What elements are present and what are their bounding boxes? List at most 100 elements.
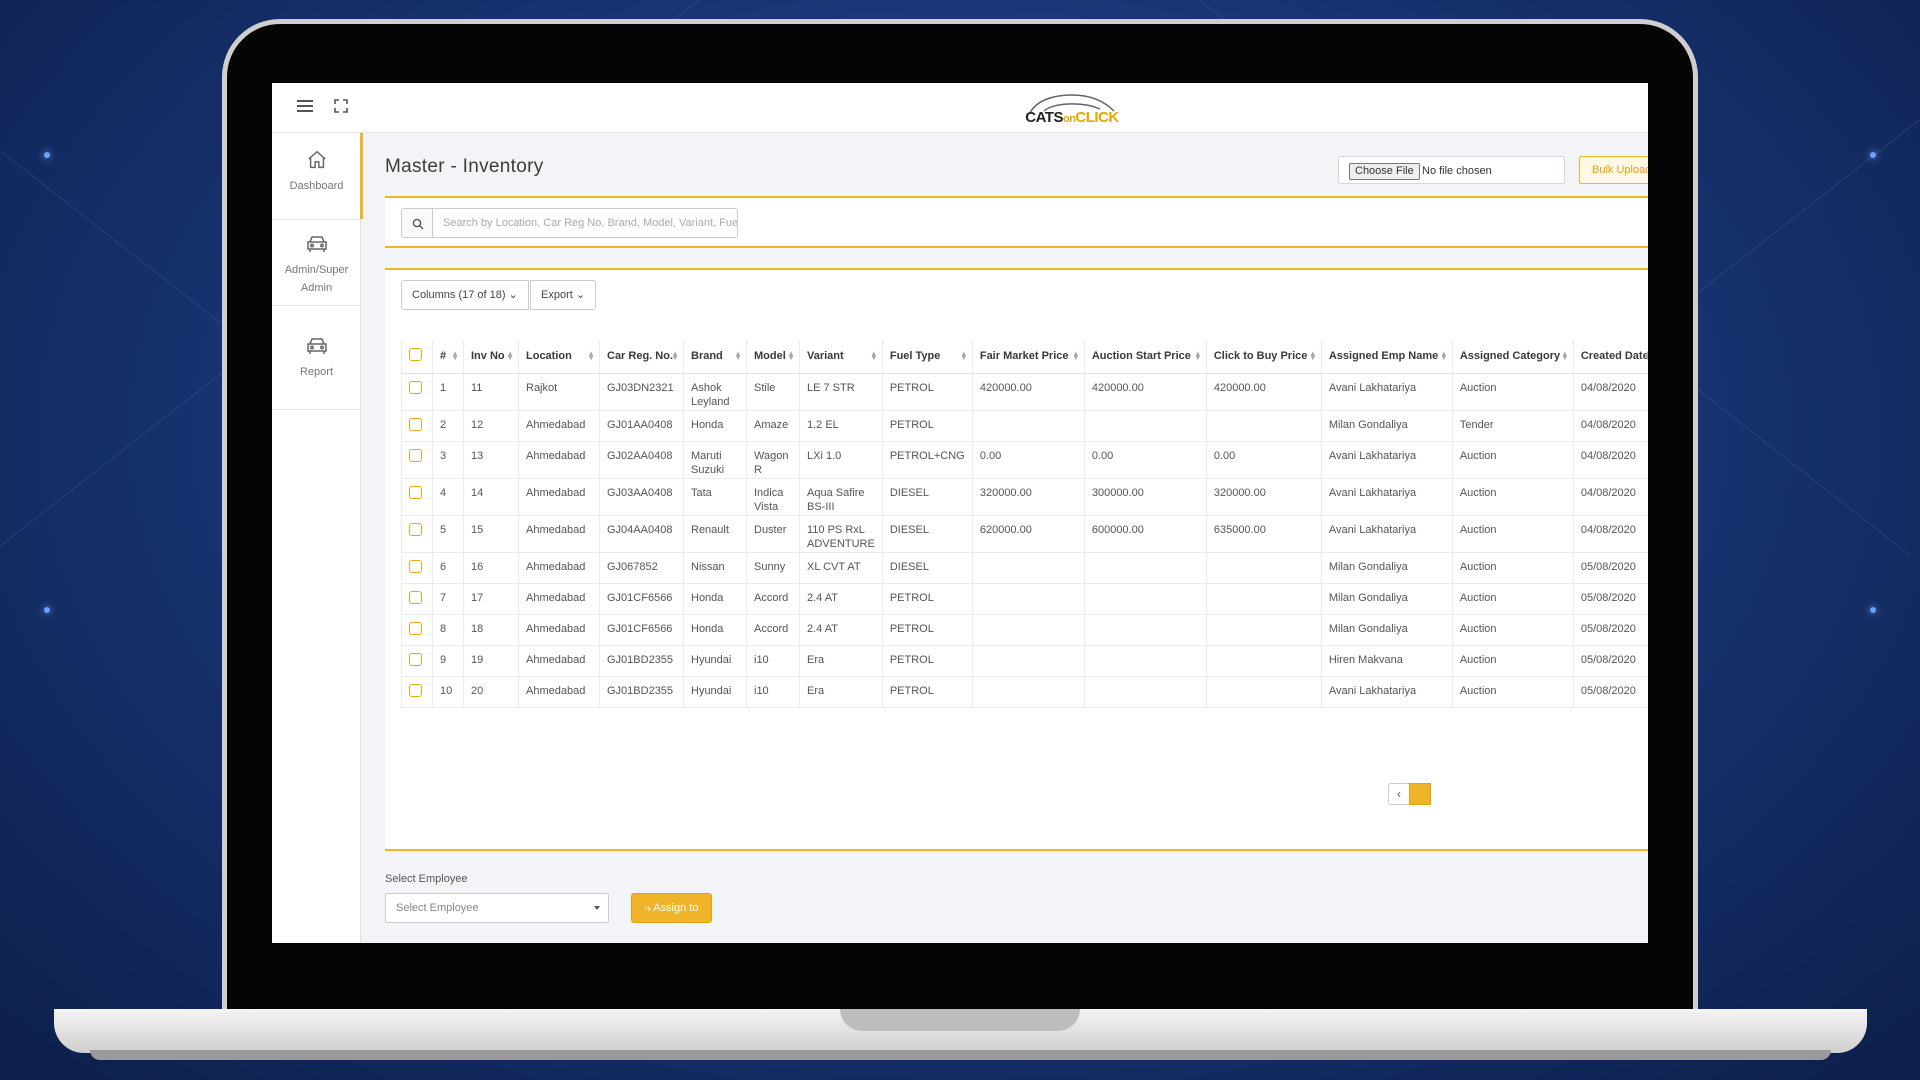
table-header-cell[interactable]: # ▲ ▼ (432, 340, 464, 374)
search-button[interactable] (401, 208, 433, 238)
select-all-checkbox-header[interactable] (401, 340, 433, 374)
row-checkbox[interactable] (409, 559, 422, 573)
table-header-cell[interactable]: Assigned Emp Name ▲ ▼ (1321, 340, 1453, 374)
assign-to-button[interactable]: ⤷ Assign to (631, 893, 712, 923)
table-cell: Hyundai (683, 645, 747, 677)
table-row[interactable]: 1 11 Rajkot GJ03DN2321 Ashok Leyland Stile LE … (401, 373, 1648, 411)
bulk-upload-button[interactable]: Bulk Upload (1579, 156, 1648, 184)
table-cell: Avani Lakhatariya (1321, 515, 1453, 553)
sort-icon[interactable]: ▲ ▼ (1561, 350, 1569, 362)
sort-icon[interactable]: ▲ ▼ (960, 350, 968, 362)
row-checkbox-cell (401, 645, 433, 677)
sidebar-item-admin[interactable]: Admin/Super Admin (272, 233, 361, 297)
search-card (385, 196, 1648, 248)
sort-icon[interactable]: ▲ ▼ (787, 350, 795, 362)
row-checkbox[interactable] (409, 380, 422, 394)
select-employee-dropdown[interactable]: Select Employee (385, 893, 609, 923)
sort-icon[interactable]: ▲ ▼ (734, 350, 742, 362)
table-cell (1084, 410, 1207, 442)
sidebar-item-report[interactable]: Report (272, 335, 361, 381)
table-row[interactable]: 10 20 Ahmedabad GJ01BD2355 Hyundai i10 Era PETR… (401, 676, 1648, 708)
table-header-cell[interactable]: Location ▲ ▼ (518, 340, 600, 374)
top-bar: CATSonCLICK (272, 83, 1648, 133)
sort-icon[interactable]: ▲ ▼ (1309, 350, 1317, 362)
sort-icon[interactable]: ▲ ▼ (870, 350, 878, 362)
table-header-cell[interactable]: Brand ▲ ▼ (683, 340, 747, 374)
row-checkbox[interactable] (409, 448, 422, 462)
sidebar-item-dashboard[interactable]: Dashboard (272, 133, 363, 219)
row-checkbox[interactable] (409, 590, 422, 604)
table-cell (972, 676, 1085, 708)
car-icon (306, 236, 327, 252)
row-checkbox[interactable] (409, 621, 422, 635)
pagination-prev-button[interactable]: ‹ (1388, 783, 1410, 805)
table-header-cell[interactable]: Created Date ▲ ▼ (1573, 340, 1648, 374)
sort-icon[interactable]: ▲ ▼ (1072, 350, 1080, 362)
table-header-cell[interactable]: Click to Buy Price ▲ ▼ (1206, 340, 1322, 374)
select-all-checkbox[interactable] (409, 348, 422, 362)
table-header-cell[interactable]: Assigned Category ▲ ▼ (1452, 340, 1574, 374)
table-cell: 13 (463, 441, 519, 479)
pagination-current-page[interactable] (1409, 783, 1431, 805)
table-cell: 17 (463, 583, 519, 615)
table-header-cell[interactable]: Variant ▲ ▼ (799, 340, 883, 374)
table-cell: 320000.00 (1206, 478, 1322, 516)
chevron-down-icon: ⌄ (508, 289, 518, 301)
table-cell: 05/08/2020 (1573, 552, 1648, 584)
table-header-cell[interactable]: Fair Market Price ▲ ▼ (972, 340, 1085, 374)
row-checkbox[interactable] (409, 652, 422, 666)
table-header-cell[interactable]: Inv No ▲ ▼ (463, 340, 519, 374)
sort-icon[interactable]: ▲ ▼ (1440, 350, 1448, 362)
table-cell: 11 (463, 373, 519, 411)
table-cell: 0.00 (1084, 441, 1207, 479)
sort-icon[interactable]: ▲ ▼ (671, 350, 679, 362)
table-row[interactable]: 4 14 Ahmedabad GJ03AA0408 Tata Indica Vista Aq… (401, 478, 1648, 516)
table-row[interactable]: 9 19 Ahmedabad GJ01BD2355 Hyundai i10 Era PETRO… (401, 645, 1648, 677)
table-header-label: Assigned Category (1459, 350, 1561, 363)
table-header-cell[interactable]: Model ▲ ▼ (746, 340, 800, 374)
sort-icon[interactable]: ▲ ▼ (587, 350, 595, 362)
sort-icon[interactable]: ▲ ▼ (1194, 350, 1202, 362)
choose-file-button[interactable]: Choose File (1349, 163, 1420, 180)
table-header-cell[interactable]: Auction Start Price ▲ ▼ (1084, 340, 1207, 374)
table-row[interactable]: 7 17 Ahmedabad GJ01CF6566 Honda Accord 2.4 AT P… (401, 583, 1648, 615)
table-header-cell[interactable]: Fuel Type ▲ ▼ (882, 340, 973, 374)
export-dropdown-button[interactable]: Export ⌄ (530, 280, 597, 310)
table-cell: Era (799, 676, 883, 708)
table-row[interactable]: 5 15 Ahmedabad GJ04AA0408 Renault Duster 110 P… (401, 515, 1648, 553)
table-cell: 6 (432, 552, 464, 584)
table-cell: i10 (746, 645, 800, 677)
fullscreen-icon[interactable] (334, 99, 348, 113)
sort-icon[interactable]: ▲ ▼ (506, 350, 514, 362)
table-cell: 05/08/2020 (1573, 614, 1648, 646)
table-row[interactable]: 3 13 Ahmedabad GJ02AA0408 Maruti Suzuki Wagon… (401, 441, 1648, 479)
table-cell: Ahmedabad (518, 676, 600, 708)
app-screen: CATSonCLICK Dashboard Admin/Super Admin … (272, 83, 1648, 943)
table-cell: Stile (746, 373, 800, 411)
table-cell: Amaze (746, 410, 800, 442)
table-row[interactable]: 6 16 Ahmedabad GJ067852 Nissan Sunny XL CVT AT… (401, 552, 1648, 584)
sort-icon[interactable]: ▲ ▼ (1644, 350, 1648, 362)
table-row[interactable]: 2 12 Ahmedabad GJ01AA0408 Honda Amaze 1.2 EL PE… (401, 410, 1648, 442)
row-checkbox[interactable] (409, 417, 422, 431)
table-cell: Auction (1452, 373, 1574, 411)
columns-dropdown-button[interactable]: Columns (17 of 18) ⌄ (401, 280, 529, 310)
table-cell: PETROL (882, 410, 973, 442)
file-input[interactable]: Choose File No file chosen (1338, 156, 1565, 184)
row-checkbox[interactable] (409, 522, 422, 536)
table-header-cell[interactable]: Car Reg. No. ▲ ▼ (599, 340, 684, 374)
table-cell: Ahmedabad (518, 515, 600, 553)
table-cell: Duster (746, 515, 800, 553)
share-icon: ⤷ (644, 902, 651, 914)
search-input[interactable] (432, 208, 738, 238)
sort-icon[interactable]: ▲ ▼ (451, 350, 459, 362)
sidebar-divider (272, 219, 361, 220)
table-cell: LXi 1.0 (799, 441, 883, 479)
table-cell: XL CVT AT (799, 552, 883, 584)
row-checkbox[interactable] (409, 683, 422, 697)
row-checkbox[interactable] (409, 485, 422, 499)
table-row[interactable]: 8 18 Ahmedabad GJ01CF6566 Honda Accord 2.4 AT P… (401, 614, 1648, 646)
menu-icon[interactable] (297, 100, 313, 114)
table-cell: 0.00 (972, 441, 1085, 479)
logo[interactable]: CATSonCLICK (1022, 109, 1122, 126)
